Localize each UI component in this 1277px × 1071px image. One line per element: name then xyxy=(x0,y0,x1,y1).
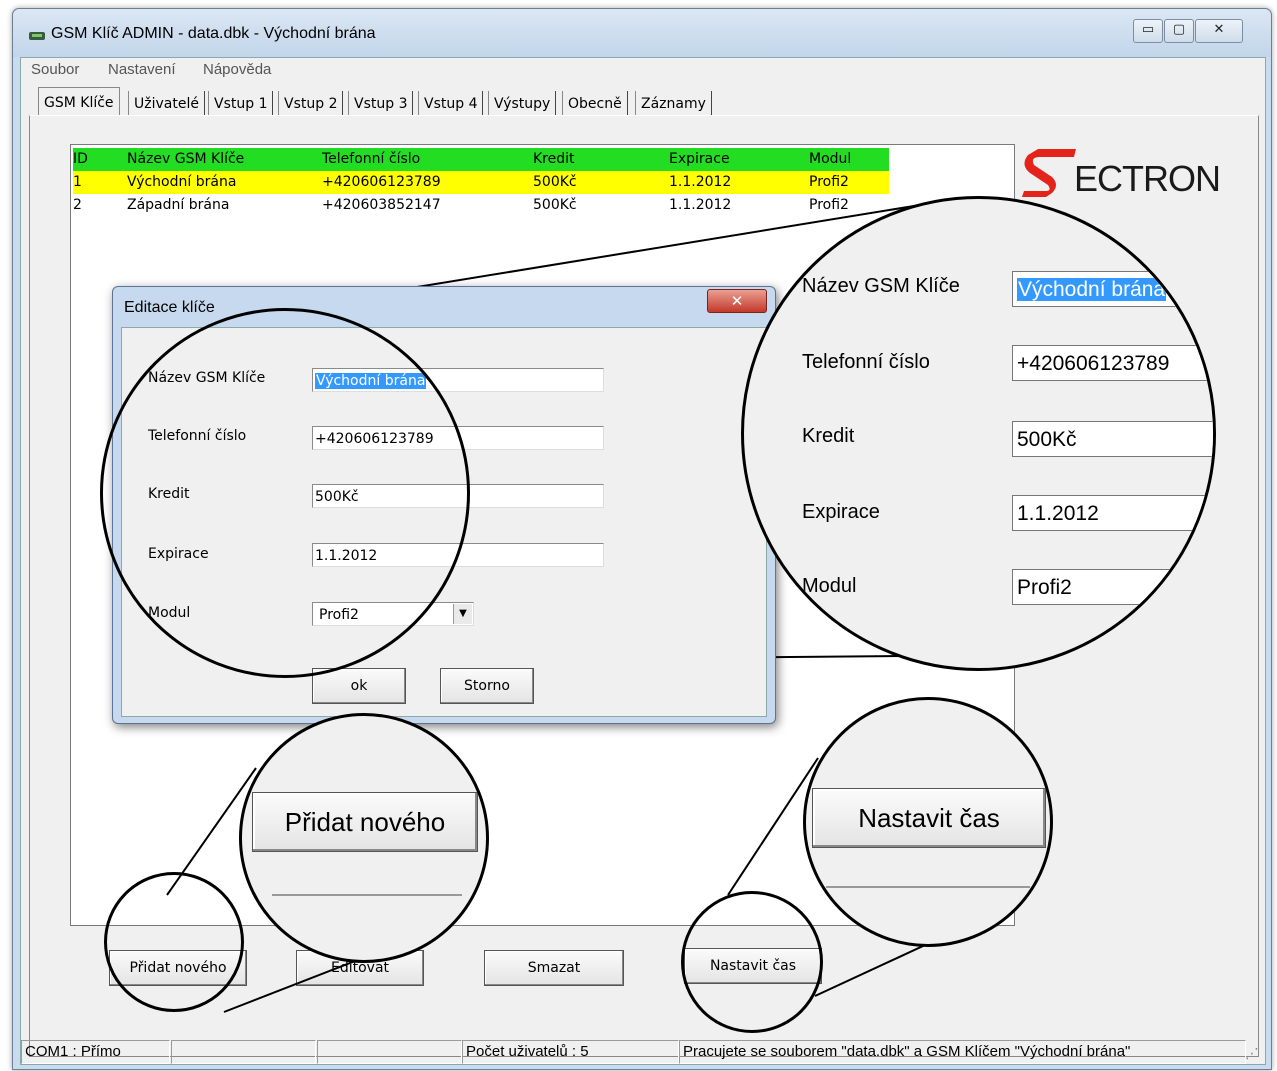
zoom-name-field: Východní brána xyxy=(1012,271,1213,307)
dialog-title: Editace klíče xyxy=(124,299,215,316)
status-message: Pracujete se souborem "data.dbk" a GSM K… xyxy=(679,1040,1246,1064)
status-empty xyxy=(171,1040,316,1064)
tab-vystupy[interactable]: Výstupy xyxy=(488,91,557,115)
cell-credit: 500Kč xyxy=(533,197,577,213)
cell-expiry: 1.1.2012 xyxy=(669,174,732,190)
minimize-button[interactable]: ▭ xyxy=(1133,19,1163,43)
sectron-logo-mark xyxy=(1022,149,1076,197)
table-row[interactable]: 1 Východní brána +420606123789 500Kč 1.1… xyxy=(73,171,889,194)
zoom-phone-field: +420606123789 xyxy=(1012,345,1213,381)
title-bar[interactable]: GSM Klíč ADMIN - data.dbk - Východní brá… xyxy=(13,9,1271,57)
tab-obecne[interactable]: Obecně xyxy=(562,91,628,115)
table-header: ID Název GSM Klíče Telefonní číslo Kredi… xyxy=(73,148,889,171)
zoom-module-label: Modul xyxy=(802,575,857,597)
cell-name: Západní brána xyxy=(127,197,230,213)
zoom-credit-label: Kredit xyxy=(802,425,855,447)
zoom-magnified-fields: Název GSM Klíče Východní brána Telefonní… xyxy=(741,196,1216,671)
cell-phone: +420603852147 xyxy=(322,197,441,213)
cell-phone: +420606123789 xyxy=(322,174,441,190)
app-icon xyxy=(29,32,45,40)
column-header[interactable]: Název GSM Klíče xyxy=(127,148,244,171)
column-header[interactable]: Kredit xyxy=(533,148,575,171)
ok-button[interactable]: ok xyxy=(312,668,406,704)
tab-vstup-1[interactable]: Vstup 1 xyxy=(208,91,274,115)
status-user-count: Počet uživatelů : 5 xyxy=(462,1040,679,1064)
tab-vstup-4[interactable]: Vstup 4 xyxy=(418,91,484,115)
tab-vstup-2[interactable]: Vstup 2 xyxy=(278,91,344,115)
resize-grip-icon[interactable]: ⋰ xyxy=(1245,1046,1259,1062)
zoom-divider xyxy=(272,894,462,896)
tab-zaznamy[interactable]: Záznamy xyxy=(635,91,712,115)
close-button[interactable]: ✕ xyxy=(1195,19,1243,43)
zoom-expiry-label: Expirace xyxy=(802,501,880,523)
menu-napoveda[interactable]: Nápověda xyxy=(203,61,271,78)
maximize-button[interactable]: ▢ xyxy=(1164,19,1194,43)
status-empty xyxy=(317,1040,462,1064)
zoom-name-value: Východní brána xyxy=(1017,278,1167,301)
column-header[interactable]: ID xyxy=(73,148,88,171)
status-port: COM1 : Přímo xyxy=(21,1040,170,1064)
zoom-magnified-add-button: Přidat nového xyxy=(239,713,489,963)
zoom-add-button: Přidat nového xyxy=(252,792,478,852)
zoom-phone-label: Telefonní číslo xyxy=(802,351,930,373)
zoom-callout-circle xyxy=(104,872,244,1012)
tab-uzivatele[interactable]: Uživatelé xyxy=(128,91,205,115)
column-header[interactable]: Modul xyxy=(809,148,851,171)
cancel-button[interactable]: Storno xyxy=(440,668,534,704)
menu-nastaveni[interactable]: Nastavení xyxy=(108,61,176,78)
delete-button[interactable]: Smazat xyxy=(484,950,624,986)
cell-credit: 500Kč xyxy=(533,174,577,190)
zoom-module-field: Profi2 xyxy=(1012,569,1172,605)
status-bar: COM1 : Přímo Počet uživatelů : 5 Pracuje… xyxy=(21,1040,1265,1064)
zoom-magnified-set-time-button: Nastavit čas xyxy=(803,697,1053,947)
cell-expiry: 1.1.2012 xyxy=(669,197,732,213)
tab-gsm-klice[interactable]: GSM Klíče xyxy=(38,87,120,116)
cell-id: 1 xyxy=(73,174,82,190)
zoom-callout-circle xyxy=(100,308,470,678)
cell-module: Profi2 xyxy=(809,197,849,213)
zoom-set-time-button: Nastavit čas xyxy=(812,788,1046,848)
zoom-name-label: Název GSM Klíče xyxy=(802,275,960,297)
column-header[interactable]: Expirace xyxy=(669,148,730,171)
zoom-credit-field: 500Kč xyxy=(1012,421,1213,457)
zoom-divider xyxy=(826,886,1030,888)
cell-name: Východní brána xyxy=(127,174,237,190)
sectron-logo-text: ECTRON xyxy=(1074,158,1221,199)
menu-soubor[interactable]: Soubor xyxy=(31,61,79,78)
dialog-close-button[interactable]: ✕ xyxy=(707,289,767,313)
table-row[interactable]: 2 Západní brána +420603852147 500Kč 1.1.… xyxy=(73,194,889,217)
menu-bar: Soubor Nastavení Nápověda xyxy=(21,58,1265,82)
tab-vstup-3[interactable]: Vstup 3 xyxy=(348,91,414,115)
cell-id: 2 xyxy=(73,197,82,213)
zoom-expiry-field: 1.1.2012 xyxy=(1012,495,1213,531)
chevron-down-icon[interactable]: ▼ xyxy=(453,604,472,624)
window-title: GSM Klíč ADMIN - data.dbk - Východní brá… xyxy=(51,25,376,42)
zoom-callout-circle xyxy=(681,891,823,1033)
column-header[interactable]: Telefonní číslo xyxy=(322,148,420,171)
cell-module: Profi2 xyxy=(809,174,849,190)
